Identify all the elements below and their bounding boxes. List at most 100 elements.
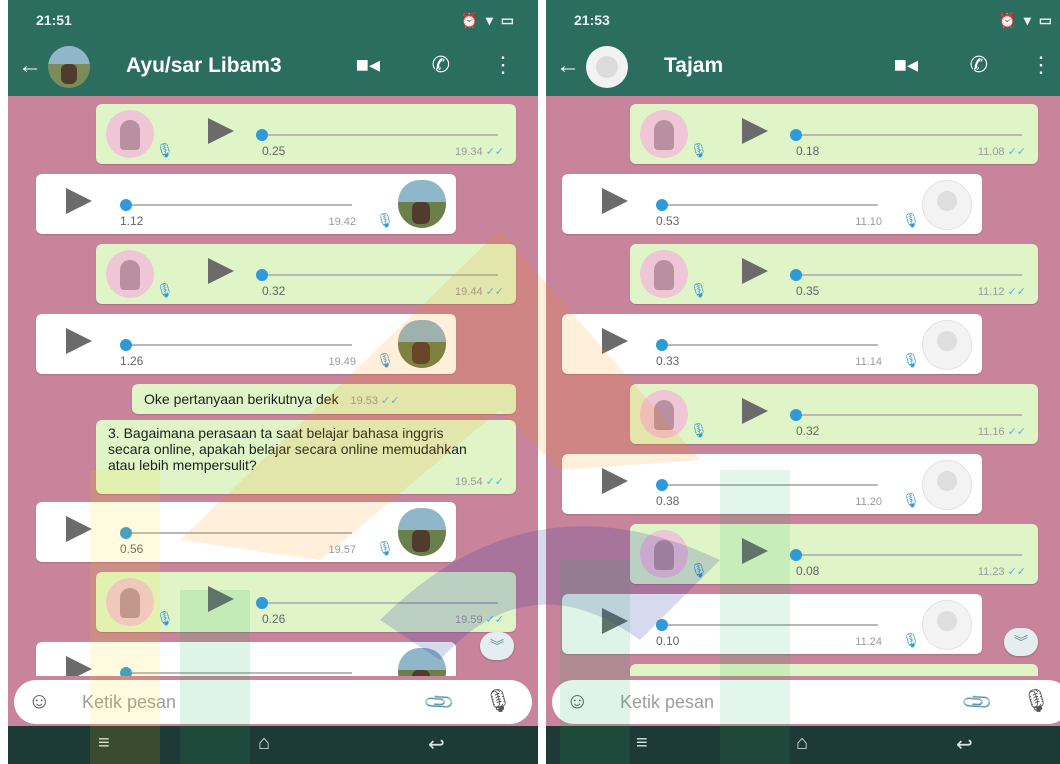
- voice-message-outgoing[interactable]: 🎙 0.26 19.59 ✓✓: [96, 572, 516, 632]
- audio-track[interactable]: [262, 274, 498, 276]
- audio-scrubber[interactable]: [790, 549, 802, 561]
- play-icon[interactable]: [602, 608, 628, 634]
- audio-track[interactable]: [126, 344, 352, 346]
- play-icon[interactable]: [66, 516, 92, 542]
- voice-message-incoming[interactable]: 0.38 11.20 🎙: [562, 454, 982, 514]
- phone-call-icon[interactable]: ✆: [432, 52, 450, 78]
- back-arrow-icon[interactable]: ←: [18, 52, 42, 80]
- emoji-icon[interactable]: ☺: [566, 688, 588, 714]
- audio-track[interactable]: [262, 602, 498, 604]
- home-icon[interactable]: ⌂: [258, 732, 270, 755]
- voice-message-outgoing[interactable]: [630, 664, 1038, 676]
- audio-scrubber[interactable]: [790, 129, 802, 141]
- audio-scrubber[interactable]: [256, 129, 268, 141]
- audio-track[interactable]: [796, 414, 1022, 416]
- voice-message-incoming[interactable]: 1.26 19.49 🎙: [36, 314, 456, 374]
- message-placeholder[interactable]: Ketik pesan: [82, 692, 176, 713]
- contact-name[interactable]: Tajam: [664, 54, 723, 78]
- audio-track[interactable]: [662, 624, 878, 626]
- back-arrow-icon[interactable]: ←: [556, 52, 580, 80]
- audio-track[interactable]: [796, 554, 1022, 556]
- play-icon[interactable]: [66, 188, 92, 214]
- voice-message-incoming[interactable]: 0.56 19.57 🎙: [36, 502, 456, 562]
- voice-message-incoming[interactable]: [36, 642, 456, 676]
- voice-message-outgoing[interactable]: 🎙 0.08 11.23 ✓✓: [630, 524, 1038, 584]
- message-input[interactable]: ☺ Ketik pesan 📎 🎙: [14, 680, 532, 724]
- audio-scrubber[interactable]: [656, 479, 668, 491]
- play-icon[interactable]: [208, 258, 234, 284]
- chat-header: ← Ayu/sar Libam3 ■◂ ✆ ⋮: [8, 38, 538, 96]
- microphone-icon: 🎙: [902, 212, 920, 228]
- contact-avatar[interactable]: [586, 46, 628, 88]
- menu-icon[interactable]: ≡: [98, 732, 110, 755]
- emoji-icon[interactable]: ☺: [28, 688, 50, 714]
- more-menu-icon[interactable]: ⋮: [492, 52, 514, 78]
- audio-scrubber[interactable]: [120, 339, 132, 351]
- scroll-down-icon[interactable]: ︾: [480, 632, 514, 660]
- back-icon[interactable]: ↩: [428, 732, 445, 757]
- voice-message-outgoing[interactable]: 🎙 0.32 19.44 ✓✓: [96, 244, 516, 304]
- menu-icon[interactable]: ≡: [636, 732, 648, 755]
- audio-scrubber[interactable]: [656, 199, 668, 211]
- audio-scrubber[interactable]: [790, 409, 802, 421]
- voice-message-incoming[interactable]: 0.53 11.10 🎙: [562, 174, 982, 234]
- audio-scrubber[interactable]: [120, 199, 132, 211]
- phone-call-icon[interactable]: ✆: [970, 52, 988, 78]
- play-icon[interactable]: [742, 538, 768, 564]
- message-list[interactable]: 🎙 0.18 11.08 ✓✓ 0.53 11.10 🎙 🎙 0.35 11.12…: [546, 96, 1060, 676]
- audio-scrubber[interactable]: [790, 269, 802, 281]
- voice-message-incoming[interactable]: 0.10 11.24 🎙: [562, 594, 982, 654]
- message-time: 19.44 ✓✓: [455, 286, 504, 298]
- play-icon[interactable]: [66, 328, 92, 354]
- video-call-icon[interactable]: ■◂: [356, 52, 380, 78]
- scroll-down-icon[interactable]: ︾: [1004, 628, 1038, 656]
- audio-track[interactable]: [662, 484, 878, 486]
- home-icon[interactable]: ⌂: [796, 732, 808, 755]
- contact-name[interactable]: Ayu/sar Libam3: [126, 54, 282, 78]
- audio-track[interactable]: [662, 204, 878, 206]
- microphone-icon[interactable]: 🎙: [1022, 688, 1050, 714]
- audio-track[interactable]: [796, 274, 1022, 276]
- play-icon[interactable]: [602, 188, 628, 214]
- sender-avatar: [922, 320, 972, 370]
- back-icon[interactable]: ↩: [956, 732, 973, 757]
- message-input[interactable]: ☺ Ketik pesan 📎 🎙: [552, 680, 1060, 724]
- audio-scrubber[interactable]: [120, 667, 132, 676]
- message-list[interactable]: 🎙 0.25 19.34 ✓✓ 1.12 19.42 🎙 🎙 0.32 19.44…: [8, 96, 538, 676]
- audio-track[interactable]: [262, 134, 498, 136]
- audio-scrubber[interactable]: [120, 527, 132, 539]
- play-icon[interactable]: [742, 258, 768, 284]
- voice-message-incoming[interactable]: 0.33 11.14 🎙: [562, 314, 982, 374]
- voice-message-outgoing[interactable]: 🎙 0.35 11.12 ✓✓: [630, 244, 1038, 304]
- text-message-outgoing[interactable]: Oke pertanyaan berikutnya dek 19.53 ✓✓: [132, 384, 516, 414]
- attach-icon[interactable]: 📎: [422, 685, 457, 720]
- audio-scrubber[interactable]: [256, 597, 268, 609]
- audio-scrubber[interactable]: [256, 269, 268, 281]
- play-icon[interactable]: [742, 398, 768, 424]
- play-icon[interactable]: [602, 328, 628, 354]
- play-icon[interactable]: [208, 586, 234, 612]
- microphone-icon[interactable]: 🎙: [484, 688, 512, 714]
- audio-scrubber[interactable]: [656, 619, 668, 631]
- audio-track[interactable]: [796, 134, 1022, 136]
- audio-track[interactable]: [126, 672, 352, 674]
- contact-avatar[interactable]: [48, 46, 90, 88]
- audio-track[interactable]: [126, 532, 352, 534]
- video-call-icon[interactable]: ■◂: [894, 52, 918, 78]
- voice-message-incoming[interactable]: 1.12 19.42 🎙: [36, 174, 456, 234]
- voice-message-outgoing[interactable]: 🎙 0.25 19.34 ✓✓: [96, 104, 516, 164]
- audio-scrubber[interactable]: [656, 339, 668, 351]
- attach-icon[interactable]: 📎: [960, 685, 995, 720]
- play-icon[interactable]: [208, 118, 234, 144]
- voice-message-outgoing[interactable]: 🎙 0.32 11.16 ✓✓: [630, 384, 1038, 444]
- audio-track[interactable]: [662, 344, 878, 346]
- play-icon[interactable]: [66, 656, 92, 676]
- play-icon[interactable]: [602, 468, 628, 494]
- message-placeholder[interactable]: Ketik pesan: [620, 692, 714, 713]
- more-menu-icon[interactable]: ⋮: [1030, 52, 1052, 78]
- text-message-outgoing[interactable]: 3. Bagaimana perasaan ta saat belajar ba…: [96, 420, 516, 494]
- audio-track[interactable]: [126, 204, 352, 206]
- voice-message-outgoing[interactable]: 🎙 0.18 11.08 ✓✓: [630, 104, 1038, 164]
- play-icon[interactable]: [742, 118, 768, 144]
- voice-duration: 0.33: [656, 354, 680, 368]
